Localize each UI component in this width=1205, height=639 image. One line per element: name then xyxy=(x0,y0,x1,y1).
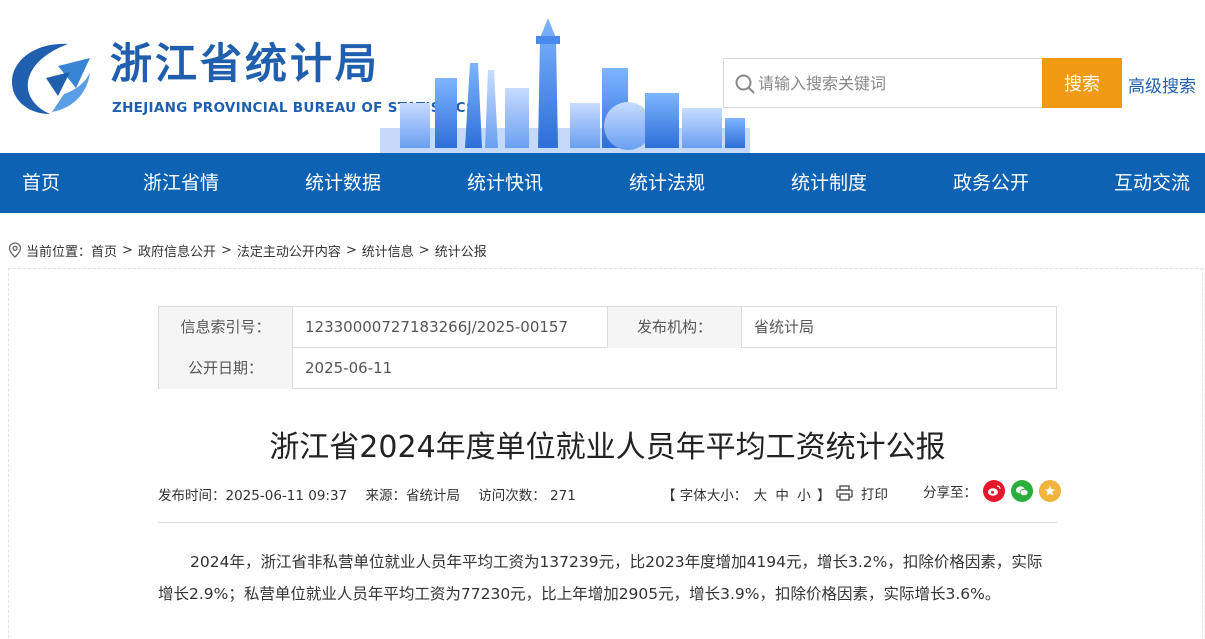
breadcrumb-item-statistics-bulletin[interactable]: 统计公报 xyxy=(435,241,487,260)
wechat-share-icon[interactable] xyxy=(1011,480,1033,502)
font-size-small[interactable]: 小 xyxy=(797,488,811,504)
advanced-search-link[interactable]: 高级搜索 xyxy=(1128,72,1196,97)
public-date-label: 公开日期： xyxy=(159,348,293,389)
breadcrumb-separator: > xyxy=(345,242,357,258)
printer-icon xyxy=(836,485,853,501)
info-row: 信息索引号： 12330000727183266J/2025-00157 发布机… xyxy=(159,307,1056,348)
site-name-cn[interactable]: 浙江省统计局 xyxy=(110,36,380,92)
share-label: 分享至： xyxy=(923,485,977,501)
font-size-label: 【 字体大小： xyxy=(662,488,748,504)
share-bar: 分享至： xyxy=(923,480,1061,502)
breadcrumb-item-home[interactable]: 首页 xyxy=(91,241,117,260)
article-paragraph: 2024年，浙江省非私营单位就业人员年平均工资为137239元，比2023年度增… xyxy=(158,553,1043,603)
visit-count: 访问次数： 271 xyxy=(478,488,576,504)
article-source: 来源：省统计局 xyxy=(365,488,460,504)
font-size-close: 】 xyxy=(816,488,831,504)
weibo-share-icon[interactable] xyxy=(983,480,1005,502)
nav-item-statistics-data[interactable]: 统计数据 xyxy=(305,153,381,213)
site-header: 浙江省统计局 ZHEJIANG PROVINCIAL BUREAU OF STA… xyxy=(0,0,1205,153)
search-icon xyxy=(735,74,755,94)
search-input[interactable] xyxy=(758,59,1038,107)
breadcrumb-item-public-content[interactable]: 法定主动公开内容 xyxy=(237,241,341,260)
bureau-logo-icon[interactable] xyxy=(6,38,96,118)
search-button[interactable]: 搜索 xyxy=(1042,58,1122,108)
nav-item-home[interactable]: 首页 xyxy=(22,153,60,213)
font-size-medium[interactable]: 中 xyxy=(775,488,789,504)
search-box xyxy=(723,58,1043,108)
city-skyline-banner xyxy=(380,18,750,153)
main-nav: 首页 浙江省情 统计数据 统计快讯 统计法规 统计制度 政务公开 互动交流 xyxy=(0,153,1205,213)
index-number-value: 12330000727183266J/2025-00157 xyxy=(293,307,608,348)
print-button[interactable]: 打印 xyxy=(836,483,888,503)
nav-item-statistics-system[interactable]: 统计制度 xyxy=(791,153,867,213)
publisher-value: 省统计局 xyxy=(754,318,815,336)
favorite-share-icon[interactable] xyxy=(1039,480,1061,502)
nav-item-statistics-news[interactable]: 统计快讯 xyxy=(467,153,543,213)
nav-item-government-affairs[interactable]: 政务公开 xyxy=(953,153,1029,213)
font-size-large[interactable]: 大 xyxy=(754,488,768,504)
breadcrumb-separator: > xyxy=(418,242,430,258)
breadcrumb-separator: > xyxy=(122,242,133,258)
breadcrumb-item-statistics-info[interactable]: 统计信息 xyxy=(362,241,414,260)
info-row: 公开日期： 2025-06-11 xyxy=(159,348,1056,389)
print-label: 打印 xyxy=(861,487,888,503)
public-date-value: 2025-06-11 xyxy=(305,359,393,377)
article-meta: 发布时间：2025-06-11 09:37 来源：省统计局 访问次数： 271 xyxy=(158,484,590,504)
publish-time: 发布时间：2025-06-11 09:37 xyxy=(158,488,348,504)
index-number-label: 信息索引号： xyxy=(159,307,293,348)
breadcrumb-separator: > xyxy=(220,242,232,258)
location-pin-icon xyxy=(8,242,22,258)
nav-item-statistics-law[interactable]: 统计法规 xyxy=(629,153,705,213)
breadcrumb-label: 当前位置： xyxy=(26,244,92,260)
info-table: 信息索引号： 12330000727183266J/2025-00157 发布机… xyxy=(158,306,1057,389)
publisher-label: 发布机构： xyxy=(608,307,742,348)
nav-item-interaction[interactable]: 互动交流 xyxy=(1114,153,1190,213)
nav-item-province-info[interactable]: 浙江省情 xyxy=(143,153,219,213)
breadcrumb: 当前位置： 首页 > 政府信息公开 > 法定主动公开内容 > 统计信息 > 统计… xyxy=(8,240,487,260)
breadcrumb-item-gov-info[interactable]: 政府信息公开 xyxy=(138,241,216,260)
font-size-selector: 【 字体大小： 大 中 小 】 xyxy=(662,484,830,504)
article-title: 浙江省2024年度单位就业人员年平均工资统计公报 xyxy=(269,430,946,465)
divider xyxy=(158,522,1057,523)
